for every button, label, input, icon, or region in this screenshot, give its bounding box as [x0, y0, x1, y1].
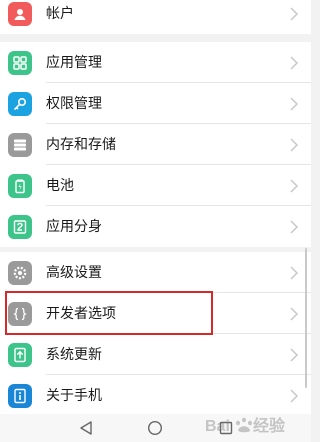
baidu-watermark: Bai 经验: [205, 412, 305, 438]
back-button[interactable]: [76, 418, 96, 438]
chevron-right-icon: [290, 6, 299, 21]
settings-item-advanced[interactable]: 高级设置: [0, 252, 311, 293]
settings-item-app-clone[interactable]: 应用分身: [0, 206, 311, 247]
gear-icon: [8, 260, 32, 285]
chevron-right-icon: [290, 219, 299, 234]
settings-group-apps: 应用管理 权限管理 内存和存储 电池 应用分身: [0, 42, 311, 247]
settings-item-account[interactable]: 帐户: [0, 0, 311, 34]
settings-group-system: 高级设置 开发者选项 系统更新 关于手机: [0, 252, 311, 416]
scrollbar-thumb[interactable]: [305, 248, 307, 388]
chevron-right-icon: [290, 178, 299, 193]
chevron-right-icon: [290, 137, 299, 152]
settings-item-label: 内存和存储: [46, 136, 116, 153]
svg-text:Bai: Bai: [205, 418, 230, 435]
account-icon: [8, 1, 32, 26]
update-icon: [8, 342, 32, 367]
chevron-right-icon: [290, 55, 299, 70]
info-icon: [8, 383, 32, 408]
chevron-right-icon: [290, 306, 299, 321]
settings-item-label: 高级设置: [46, 264, 102, 281]
app-clone-icon: [8, 214, 32, 239]
settings-item-label: 关于手机: [46, 387, 102, 404]
settings-group-account: 帐户: [0, 0, 311, 34]
settings-item-system-update[interactable]: 系统更新: [0, 334, 311, 375]
settings-item-label: 权限管理: [46, 95, 102, 112]
settings-item-battery[interactable]: 电池: [0, 165, 311, 206]
settings-item-app-management[interactable]: 应用管理: [0, 42, 311, 83]
app-grid-icon: [8, 50, 32, 75]
chevron-right-icon: [290, 388, 299, 403]
settings-item-about-phone[interactable]: 关于手机: [0, 375, 311, 416]
settings-item-label: 应用管理: [46, 54, 102, 71]
settings-screen: 帐户 应用管理 权限管理 内存和存储 电池 应用分身 高级设置 开发者选项 系统…: [0, 0, 311, 442]
storage-icon: [8, 132, 32, 157]
settings-item-storage[interactable]: 内存和存储: [0, 124, 311, 165]
braces-icon: [8, 301, 32, 326]
settings-item-label: 系统更新: [46, 346, 102, 363]
back-triangle-icon: [80, 421, 92, 435]
key-icon: [8, 91, 32, 116]
home-button[interactable]: [145, 418, 165, 438]
settings-item-label: 电池: [46, 177, 74, 194]
settings-item-label: 开发者选项: [46, 305, 116, 322]
settings-item-developer-options[interactable]: 开发者选项: [0, 293, 311, 334]
settings-item-label: 帐户: [46, 5, 74, 22]
chevron-right-icon: [290, 96, 299, 111]
settings-item-permissions[interactable]: 权限管理: [0, 83, 311, 124]
svg-text:经验: 经验: [253, 416, 286, 435]
chevron-right-icon: [290, 347, 299, 362]
settings-item-label: 应用分身: [46, 218, 102, 235]
home-circle-icon: [147, 420, 163, 436]
chevron-right-icon: [290, 265, 299, 280]
battery-icon: [8, 173, 32, 198]
